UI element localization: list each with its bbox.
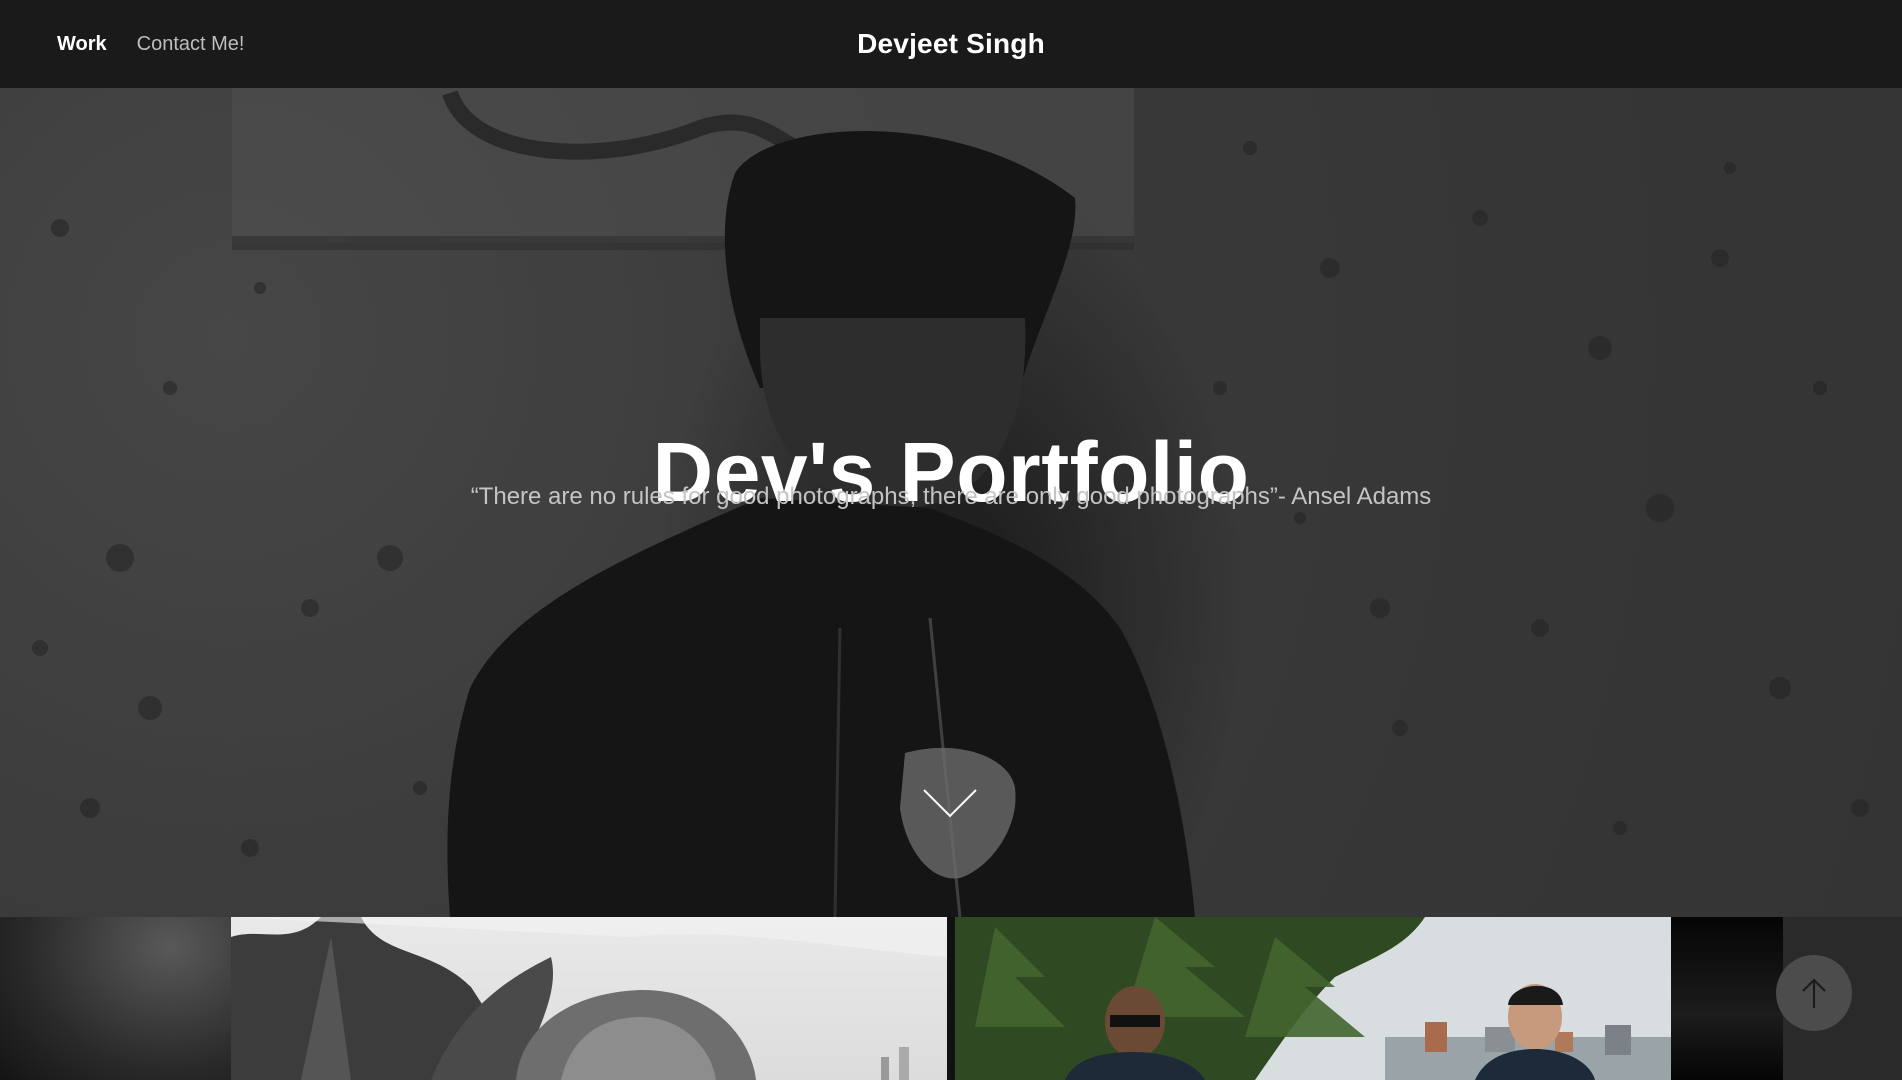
gallery-photo-portrait-bw [231, 917, 947, 1080]
gallery-strip [0, 917, 1902, 1080]
chevron-down-icon[interactable] [921, 786, 979, 820]
site-title[interactable]: Devjeet Singh [0, 0, 1902, 88]
back-to-top-button[interactable] [1776, 955, 1852, 1031]
site-header: Work Contact Me! Devjeet Singh [0, 0, 1902, 88]
hero-quote: “There are no rules for good photographs… [470, 483, 1432, 510]
gallery-item[interactable] [231, 917, 947, 1080]
hero-section: Dev's Portfolio “There are no rules for … [0, 88, 1902, 917]
gallery-item[interactable] [1671, 917, 1783, 1080]
gallery-photo-two-men-trees [955, 917, 1671, 1080]
gallery-item[interactable] [0, 917, 231, 1080]
gallery-item[interactable] [955, 917, 1671, 1080]
arrow-up-icon [1802, 978, 1826, 1008]
